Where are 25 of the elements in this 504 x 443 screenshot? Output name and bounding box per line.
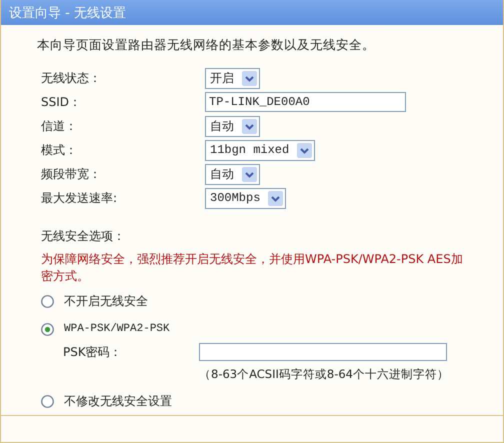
radio-label: 不修改无线安全设置 — [64, 392, 172, 410]
field-label: PSK密码： — [63, 344, 123, 360]
section-heading: 无线安全选项： — [41, 228, 126, 245]
warning-text: 为保障网络安全，强烈推荐开启无线安全，并使用WPA-PSK/WPA2-PSK AES加密方式。 — [41, 251, 464, 285]
field-label: 模式： — [41, 142, 78, 158]
dropdown[interactable]: 自动 — [205, 116, 260, 136]
radio-label: WPA-PSK/WPA2-PSK — [64, 323, 170, 335]
radio-button[interactable] — [41, 294, 54, 308]
radio-button[interactable] — [41, 322, 54, 336]
field-label: 最大发送速率: — [41, 190, 118, 206]
radio-button[interactable] — [41, 394, 54, 408]
dropdown[interactable]: 300Mbps — [205, 188, 286, 208]
field-label: 无线状态： — [41, 70, 102, 86]
field-label: 频段带宽： — [41, 166, 102, 182]
psk-password-field[interactable] — [199, 343, 447, 361]
hint-text: （8-63个ACSII码字符或8-64个十六进制字符） — [198, 366, 450, 383]
dropdown[interactable]: 开启 — [205, 68, 260, 88]
window-title: 设置向导 - 无线设置 — [9, 4, 126, 22]
ssid-field[interactable]: TP-LINK_DE00A0 — [205, 92, 406, 112]
dropdown[interactable]: 自动 — [205, 164, 260, 184]
field-label: SSID： — [41, 94, 82, 110]
radio-label: 不开启无线安全 — [64, 292, 148, 310]
field-label: 信道： — [41, 118, 78, 134]
intro-text: 本向导页面设置路由器无线网络的基本参数以及无线安全。 — [37, 37, 376, 54]
dropdown[interactable]: 11bgn mixed — [205, 140, 316, 160]
